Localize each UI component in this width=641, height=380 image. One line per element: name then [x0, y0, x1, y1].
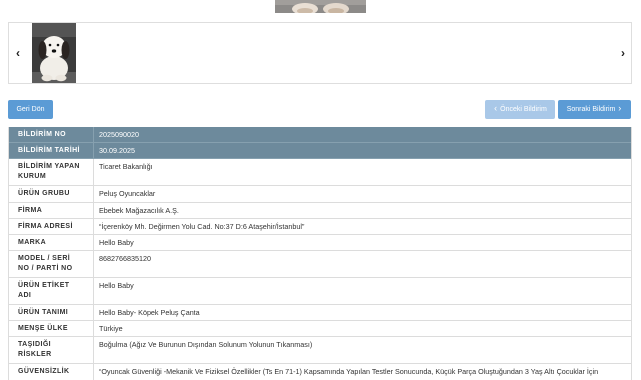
row-label-line: ÜRÜN ETİKET	[18, 282, 70, 289]
chevron-right-icon	[621, 44, 625, 62]
row-label-line: ADI	[18, 292, 32, 299]
row-value: Türkiye	[93, 321, 631, 336]
row-label: BİLDİRİM NO	[9, 127, 93, 142]
row-label-line: BİLDİRİM TARİHİ	[18, 147, 80, 154]
row-label-line: MENŞE ÜLKE	[18, 325, 68, 332]
row-label-line: ÜRÜN TANIMI	[18, 309, 69, 316]
row-label: BİLDİRİM YAPAN KURUM	[9, 159, 93, 185]
previous-notification-label: Önceki Bildirim	[500, 106, 547, 113]
plush-dog-thumbnail[interactable]	[32, 23, 76, 83]
row-label: MENŞE ÜLKE	[9, 321, 93, 336]
row-label: ÜRÜN ETİKET ADI	[9, 278, 93, 304]
notification-detail-page: Geri Dön Önceki Bildirim Sonraki Bildiri…	[0, 0, 641, 380]
row-label-line: MARKA	[18, 239, 47, 246]
row-label-line: BİLDİRİM NO	[18, 131, 66, 138]
row-label-line: FİRMA	[18, 207, 43, 214]
row-label-line: ÜRÜN GRUBU	[18, 190, 70, 197]
chevron-left-icon	[16, 44, 20, 62]
row-value: Hello Baby- Köpek Peluş Çanta	[93, 305, 631, 320]
detail-row-notification-no: BİLDİRİM NO 2025090020	[9, 127, 631, 143]
row-value: Hello Baby	[93, 278, 631, 304]
row-label-line: FİRMA ADRESİ	[18, 223, 73, 230]
detail-row-risks: TAŞIDIĞI RİSKLER Boğulma (Ağız Ve Burunu…	[9, 337, 631, 364]
detail-row-unsafety-reason: GÜVENSİZLİK “Oyuncak Güvenliği -Mekanik …	[9, 364, 631, 380]
row-value: 8682766835120	[93, 251, 631, 277]
detail-row-product-description: ÜRÜN TANIMI Hello Baby- Köpek Peluş Çant…	[9, 305, 631, 321]
carousel-next-button[interactable]	[617, 43, 629, 63]
notification-details-table: BİLDİRİM NO 2025090020 BİLDİRİM TARİHİ 3…	[8, 127, 632, 380]
row-label: MARKA	[9, 235, 93, 250]
row-label-line: NO / PARTİ NO	[18, 265, 73, 272]
row-label: BİLDİRİM TARİHİ	[9, 143, 93, 158]
row-value: “Oyuncak Güvenliği -Mekanik Ve Fiziksel …	[93, 364, 631, 380]
row-label-line: GÜVENSİZLİK	[18, 368, 70, 375]
row-value: 30.09.2025	[93, 143, 631, 158]
row-label: GÜVENSİZLİK	[9, 364, 93, 380]
row-value: Hello Baby	[93, 235, 631, 250]
chevron-right-icon	[618, 106, 621, 113]
back-button[interactable]: Geri Dön	[8, 100, 53, 119]
detail-row-country-of-origin: MENŞE ÜLKE Türkiye	[9, 321, 631, 337]
row-label: ÜRÜN TANIMI	[9, 305, 93, 320]
next-notification-button[interactable]: Sonraki Bildirim	[558, 100, 631, 119]
detail-row-brand: MARKA Hello Baby	[9, 235, 631, 251]
detail-row-notification-date: BİLDİRİM TARİHİ 30.09.2025	[9, 143, 631, 159]
carousel-prev-button[interactable]	[12, 43, 24, 63]
detail-row-model-serial-batch: MODEL / SERİ NO / PARTİ NO 8682766835120	[9, 251, 631, 278]
row-value: “İçerenköy Mh. Değirmen Yolu Cad. No:37 …	[93, 219, 631, 234]
row-value: Ebebek Mağazacılık A.Ş.	[93, 203, 631, 218]
row-label: ÜRÜN GRUBU	[9, 186, 93, 202]
row-label-line: RİSKLER	[18, 351, 52, 358]
row-label-line: TAŞIDIĞI	[18, 341, 52, 348]
back-button-label: Geri Dön	[16, 106, 45, 113]
thumbnail-carousel	[8, 22, 632, 84]
detail-row-company-address: FİRMA ADRESİ “İçerenköy Mh. Değirmen Yol…	[9, 219, 631, 235]
row-label-line: KURUM	[18, 173, 47, 180]
row-value: Boğulma (Ağız Ve Burunun Dışından Solunu…	[93, 337, 631, 363]
detail-row-product-label-name: ÜRÜN ETİKET ADI Hello Baby	[9, 278, 631, 305]
row-label: TAŞIDIĞI RİSKLER	[9, 337, 93, 363]
detail-row-company: FİRMA Ebebek Mağazacılık A.Ş.	[9, 203, 631, 219]
row-label-line: BİLDİRİM YAPAN	[18, 163, 80, 170]
chevron-left-icon	[494, 106, 497, 113]
row-label-line: MODEL / SERİ	[18, 255, 71, 262]
row-value: Peluş Oyuncaklar	[93, 186, 631, 202]
row-value: Ticaret Bakanlığı	[93, 159, 631, 185]
product-photo	[275, 0, 366, 13]
row-label: FİRMA ADRESİ	[9, 219, 93, 234]
row-label: FİRMA	[9, 203, 93, 218]
next-notification-label: Sonraki Bildirim	[566, 106, 616, 113]
detail-row-reporting-authority: BİLDİRİM YAPAN KURUM Ticaret Bakanlığı	[9, 159, 631, 186]
previous-notification-button[interactable]: Önceki Bildirim	[485, 100, 555, 119]
detail-row-product-group: ÜRÜN GRUBU Peluş Oyuncaklar	[9, 186, 631, 203]
row-value: 2025090020	[93, 127, 631, 142]
row-label: MODEL / SERİ NO / PARTİ NO	[9, 251, 93, 277]
